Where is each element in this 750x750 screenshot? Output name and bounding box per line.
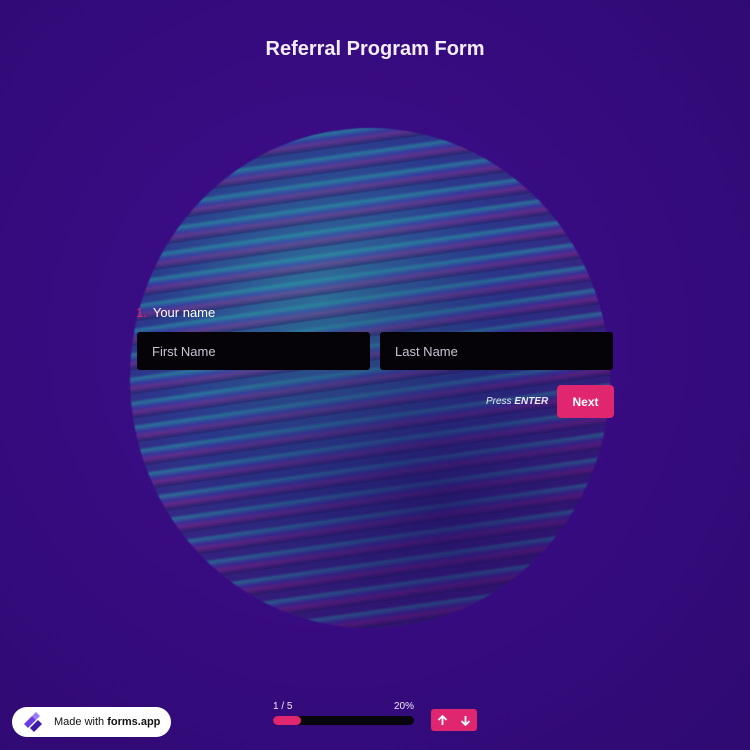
arrow-down-icon[interactable] bbox=[454, 709, 477, 731]
question-header: 1. Your name bbox=[136, 305, 215, 320]
last-name-input[interactable] bbox=[380, 332, 613, 370]
hint-prefix: Press bbox=[486, 396, 512, 407]
background-sphere-shade bbox=[130, 128, 610, 628]
first-name-input[interactable] bbox=[137, 332, 370, 370]
progress-percent-label: 20% bbox=[393, 701, 414, 712]
progress-indicator: 1 / 5 20% bbox=[273, 701, 414, 725]
hint-key: ENTER bbox=[514, 396, 549, 407]
arrow-up-icon[interactable] bbox=[431, 709, 454, 731]
progress-track bbox=[273, 716, 414, 725]
progress-step-label: 1 / 5 bbox=[273, 701, 293, 712]
form-title: Referral Program Form bbox=[265, 38, 485, 60]
forms-app-logo-icon bbox=[20, 711, 46, 733]
next-button[interactable]: Next bbox=[557, 385, 614, 418]
badge-brand: forms.app bbox=[107, 716, 161, 728]
made-with-forms-app-badge[interactable]: Made with forms.app bbox=[12, 707, 171, 737]
question-navigation bbox=[431, 709, 477, 731]
question-label: Your name bbox=[152, 305, 216, 320]
badge-prefix: Made with bbox=[54, 716, 105, 728]
progress-fill bbox=[273, 716, 302, 725]
question-number: 1. bbox=[136, 305, 147, 320]
press-enter-hint: Press ENTER bbox=[486, 396, 548, 407]
